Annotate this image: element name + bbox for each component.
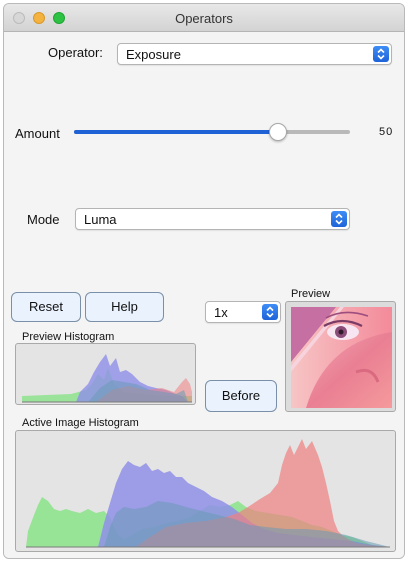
- chevron-updown-icon: [262, 304, 278, 320]
- before-button[interactable]: Before: [205, 380, 277, 412]
- zoom-select-value: 1x: [214, 305, 228, 320]
- active-histogram-panel: [15, 430, 396, 552]
- preview-image: [291, 307, 392, 408]
- window-content: Operator: Exposure Amount 50 Mode Luma R…: [4, 32, 404, 558]
- zoom-select[interactable]: 1x: [205, 301, 281, 323]
- help-button[interactable]: Help: [85, 292, 164, 322]
- active-histogram-label: Active Image Histogram: [22, 417, 139, 429]
- operator-select-value: Exposure: [126, 47, 181, 62]
- operators-window: Operators Operator: Exposure Amount 50 M…: [3, 3, 405, 559]
- amount-slider-fill: [74, 130, 278, 134]
- operator-label: Operator:: [48, 45, 103, 60]
- amount-label: Amount: [15, 126, 60, 141]
- chevron-updown-icon: [331, 211, 347, 227]
- mode-select[interactable]: Luma: [75, 208, 350, 230]
- preview-histogram-panel: [15, 343, 196, 405]
- amount-slider-knob[interactable]: [269, 123, 287, 141]
- chevron-updown-icon: [373, 46, 389, 62]
- preview-histogram-graph: [22, 354, 192, 403]
- reset-button[interactable]: Reset: [11, 292, 81, 322]
- preview-panel: [285, 301, 396, 412]
- active-histogram-graph: [26, 439, 390, 548]
- mode-select-value: Luma: [84, 212, 117, 227]
- preview-label: Preview: [291, 288, 331, 300]
- preview-histogram-label: Preview Histogram: [22, 331, 115, 343]
- window-title: Operators: [175, 11, 233, 26]
- mode-label: Mode: [27, 212, 60, 227]
- amount-value: 50: [379, 126, 394, 138]
- operator-select[interactable]: Exposure: [117, 43, 392, 65]
- title-bar: Operators: [4, 4, 404, 32]
